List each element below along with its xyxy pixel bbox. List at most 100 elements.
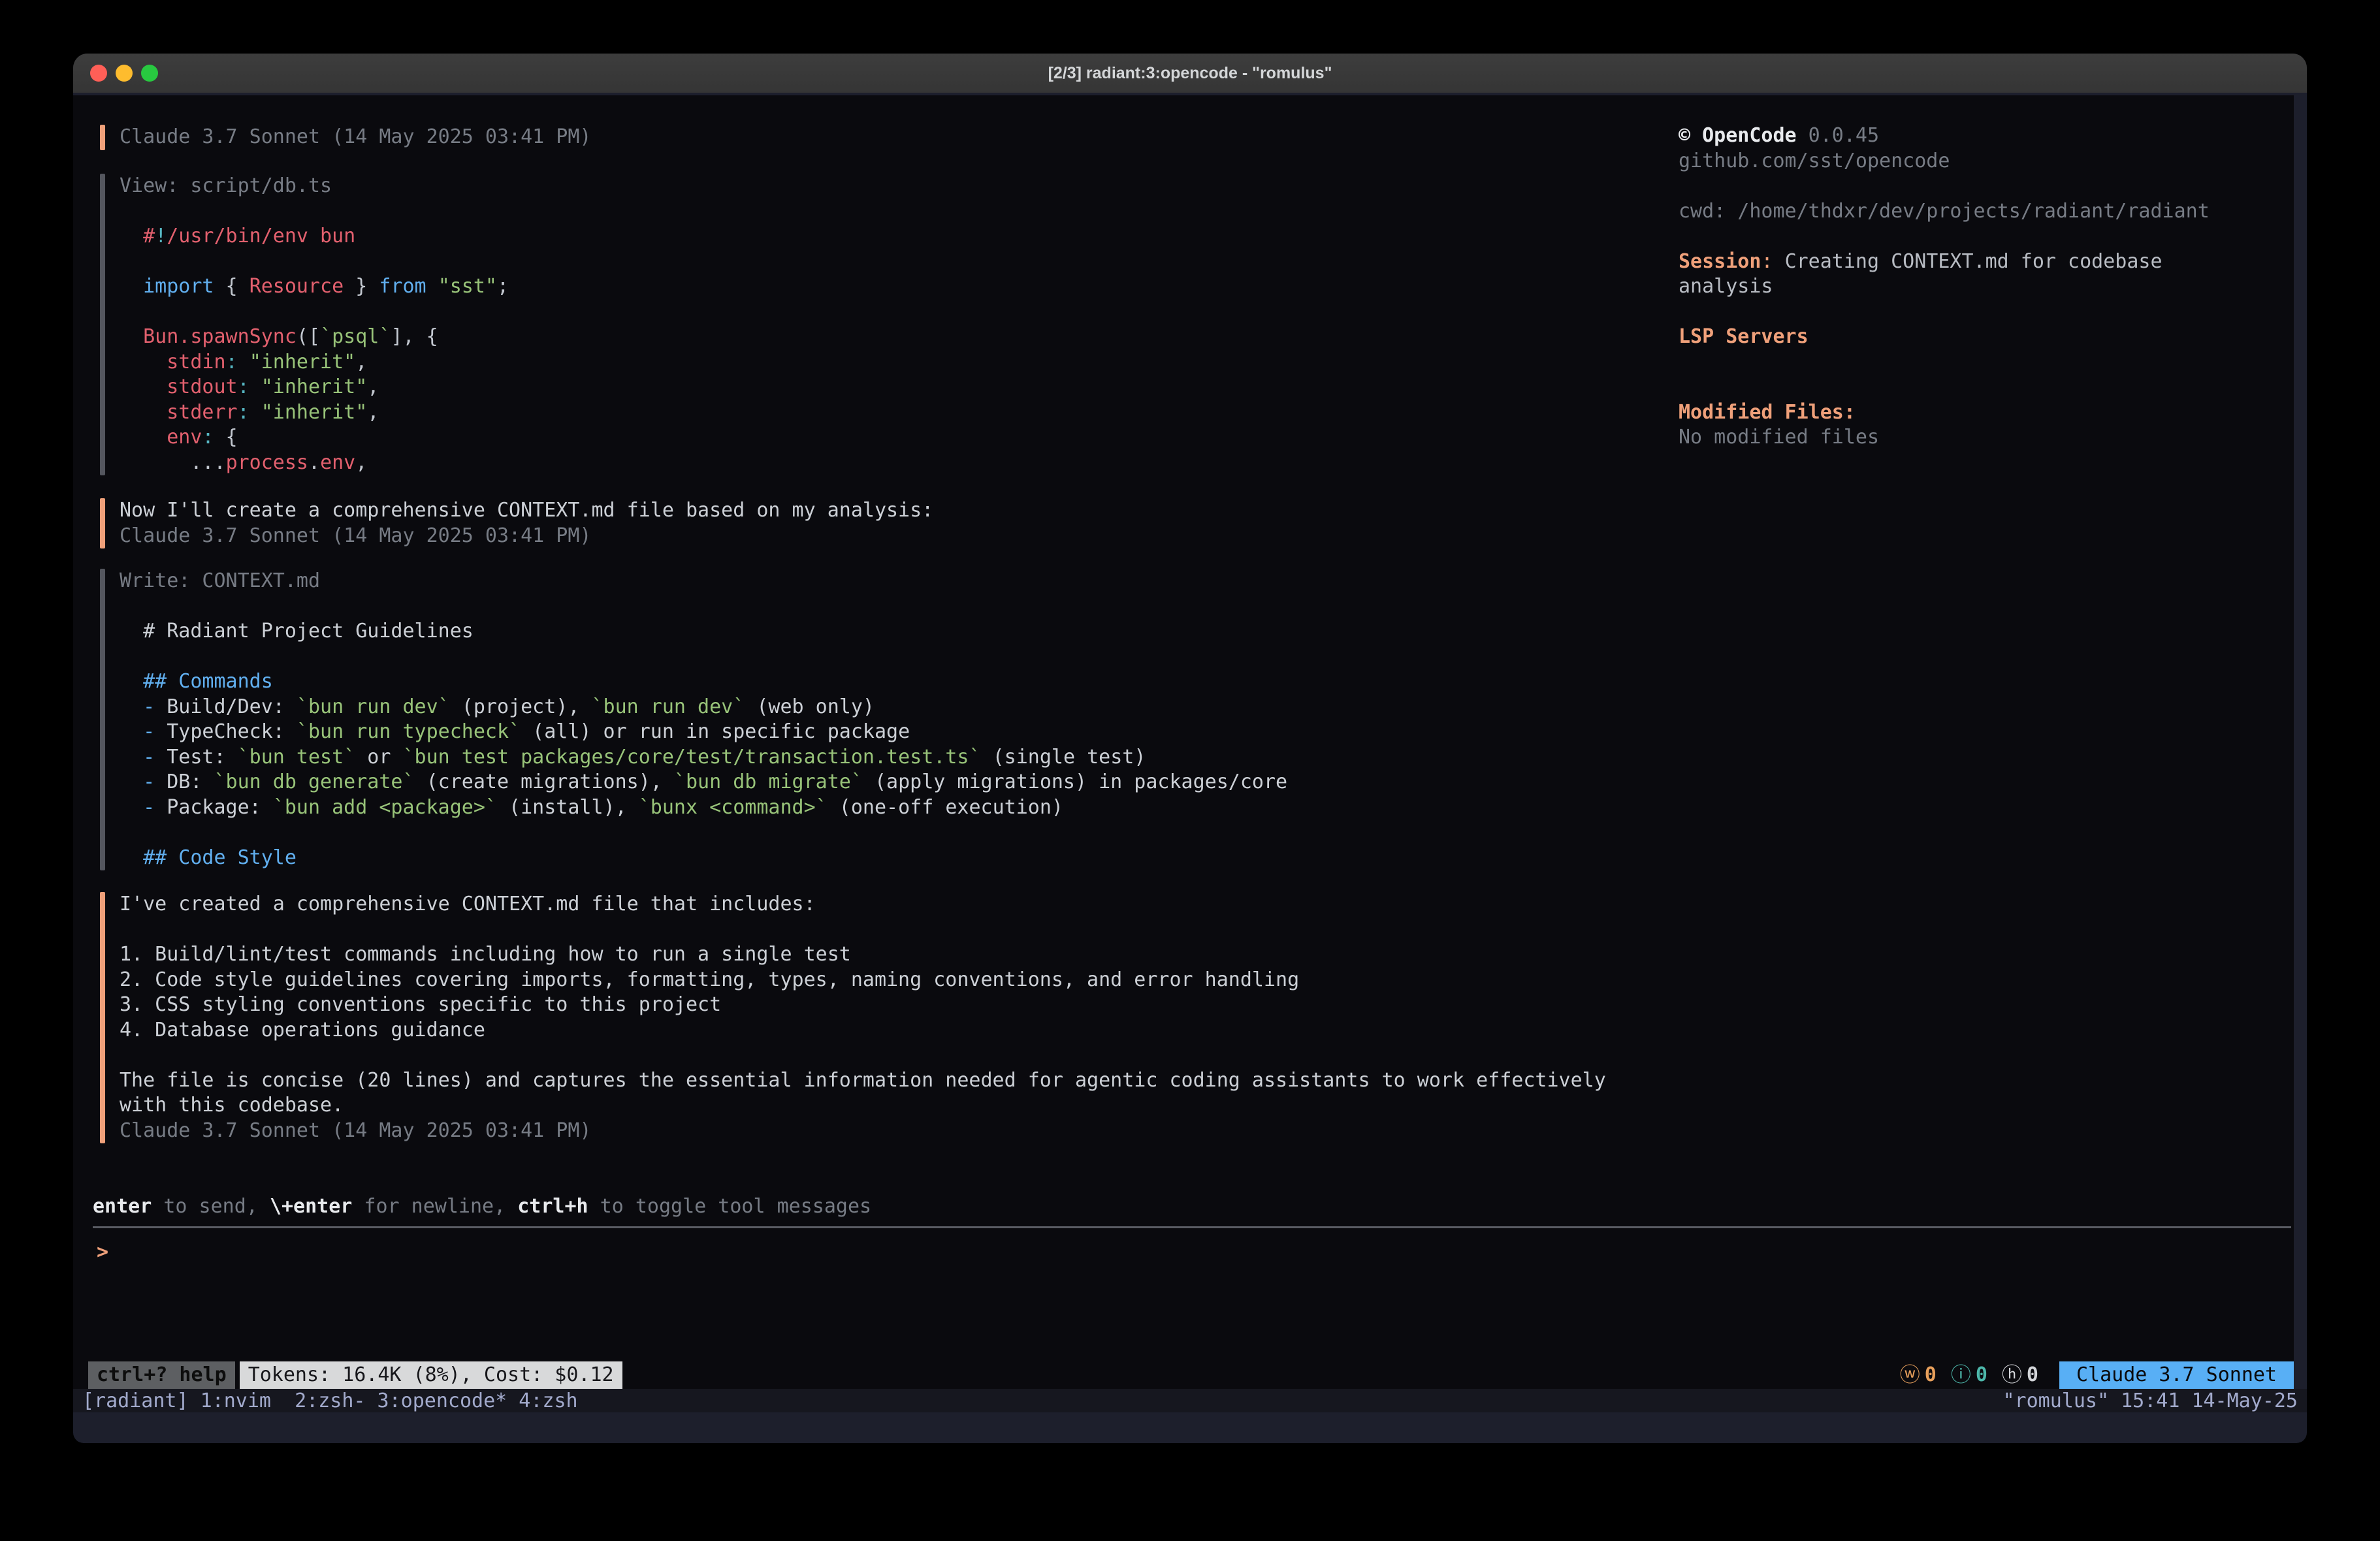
text-segment: ctrl+h <box>517 1195 588 1218</box>
text-segment: or <box>355 746 402 769</box>
text-segment: Session <box>1679 250 1761 273</box>
text-line <box>120 199 509 225</box>
diagnostic-hint: ⓗ0 <box>2002 1363 2038 1388</box>
warning-icon: ⓦ <box>1900 1363 1920 1388</box>
tmux-hostname-clock: "romulus" 15:41 14-May-25 <box>2002 1390 2298 1412</box>
text-segment: env <box>320 451 355 474</box>
message-accent-bar <box>100 892 105 1143</box>
text-segment: "inherit" <box>261 375 368 398</box>
zoom-button[interactable] <box>141 65 158 82</box>
input-divider <box>93 1226 2291 1228</box>
text-segment: to toggle tool messages <box>588 1195 871 1218</box>
text-line: Bun.spawnSync([`psql`], { <box>120 325 509 350</box>
text-line: - Package: `bun add <package>` (install)… <box>120 795 1287 821</box>
text-segment: Test: <box>155 746 237 769</box>
warning-count: 0 <box>1925 1363 1937 1388</box>
text-line: ## Commands <box>120 669 1287 695</box>
text-segment: `bun test` <box>238 746 356 769</box>
text-segment: `bunx <command>` <box>639 796 828 819</box>
tool-accent-bar <box>100 569 105 870</box>
text-segment <box>120 426 167 449</box>
text-segment: ## Code Style <box>143 846 297 869</box>
session-info-panel: © OpenCode 0.0.45github.com/sst/opencode… <box>1679 123 2266 451</box>
text-line: stdin: "inherit", <box>120 350 509 375</box>
text-segment: "inherit" <box>249 351 356 373</box>
text-segment: - <box>143 746 155 769</box>
text-segment: Now I'll create a comprehensive CONTEXT.… <box>120 499 933 522</box>
text-line: - Test: `bun test` or `bun test packages… <box>120 745 1287 770</box>
text-segment: ; <box>497 275 509 298</box>
text-line <box>120 917 1606 943</box>
sidebar-line: Session: Creating CONTEXT.md for codebas… <box>1679 249 2266 300</box>
text-segment: (one-off execution) <box>828 796 1063 819</box>
text-segment: 0.0.45 <box>1797 124 1879 147</box>
text-segment: Resource <box>249 275 344 298</box>
text-segment: for newline, <box>352 1195 517 1218</box>
block-lines: View: script/db.ts #!/usr/bin/env bun im… <box>120 174 509 475</box>
info-count: 0 <box>1976 1363 1987 1388</box>
keybind-hint-bar: enter to send, \+enter for newline, ctrl… <box>93 1194 871 1220</box>
diagnostic-warning: ⓦ0 <box>1900 1363 1937 1388</box>
text-line: - DB: `bun db generate` (create migratio… <box>120 770 1287 795</box>
text-segment: Write: CONTEXT.md <box>120 569 320 592</box>
hint-icon: ⓗ <box>2002 1363 2022 1388</box>
sidebar-line <box>1679 174 2266 199</box>
text-line: 2. Code style guidelines covering import… <box>120 968 1606 993</box>
text-segment: "inherit" <box>261 401 368 424</box>
text-segment: - <box>143 770 155 793</box>
text-segment: No modified files <box>1679 426 1879 449</box>
text-segment: (all) or run in specific package <box>521 720 910 743</box>
tokens-cost-badge: Tokens: 16.4K (8%), Cost: $0.12 <box>240 1361 622 1389</box>
tmux-session-windows[interactable]: [radiant] 1:nvim 2:zsh- 3:opencode* 4:zs… <box>82 1390 578 1412</box>
text-segment: I've created a comprehensive CONTEXT.md … <box>120 893 816 915</box>
text-line: # Radiant Project Guidelines <box>120 619 1287 644</box>
text-segment <box>120 275 143 298</box>
text-segment: : <box>226 351 238 373</box>
status-bar: ctrl+? help Tokens: 16.4K (8%), Cost: $0… <box>73 1361 2294 1389</box>
text-segment: Claude 3.7 Sonnet (14 May 2025 03:41 PM) <box>120 524 591 547</box>
tool-accent-bar <box>100 174 105 475</box>
text-segment <box>120 796 143 819</box>
text-segment: stdout <box>167 375 237 398</box>
terminal-window: [2/3] radiant:3:opencode - "romulus" Cla… <box>73 54 2307 1443</box>
message-header-block: Claude 3.7 Sonnet (14 May 2025 03:41 PM) <box>100 125 591 150</box>
text-segment: `bun test packages/core/test/transaction… <box>403 746 981 769</box>
text-line: #!/usr/bin/env bun <box>120 224 509 249</box>
text-segment <box>249 375 261 398</box>
text-segment: enter <box>93 1195 152 1218</box>
text-segment: 4. Database operations guidance <box>120 1019 485 1041</box>
window-title: [2/3] radiant:3:opencode - "romulus" <box>1048 64 1332 83</box>
info-icon: ⓘ <box>1951 1363 1971 1388</box>
text-segment: (single test) <box>981 746 1146 769</box>
close-button[interactable] <box>90 65 107 82</box>
sidebar-line <box>1679 224 2266 249</box>
text-line: env: { <box>120 425 509 451</box>
text-segment: stderr <box>167 401 237 424</box>
text-segment: from <box>379 275 426 298</box>
prompt-input[interactable]: > <box>97 1240 108 1265</box>
text-segment: - <box>143 796 155 819</box>
text-segment: : <box>238 375 249 398</box>
text-segment: : <box>202 426 214 449</box>
text-segment: The file is concise (20 lines) and captu… <box>120 1069 1606 1092</box>
block-lines: Claude 3.7 Sonnet (14 May 2025 03:41 PM) <box>120 125 591 150</box>
text-segment: - <box>143 695 155 718</box>
text-segment: - <box>143 720 155 743</box>
tmux-status-bar: [radiant] 1:nvim 2:zsh- 3:opencode* 4:zs… <box>73 1389 2307 1412</box>
text-line: Write: CONTEXT.md <box>120 569 1287 594</box>
text-segment: import <box>143 275 214 298</box>
minimize-button[interactable] <box>116 65 133 82</box>
text-segment: 3. CSS styling conventions specific to t… <box>120 993 721 1016</box>
text-segment: (apply migrations) in packages/core <box>863 770 1287 793</box>
block-lines: I've created a comprehensive CONTEXT.md … <box>120 892 1606 1143</box>
text-segment: , <box>367 401 379 424</box>
text-segment: "sst" <box>438 275 497 298</box>
text-segment: , <box>355 351 367 373</box>
text-segment: Claude 3.7 Sonnet (14 May 2025 03:41 PM) <box>120 1119 591 1142</box>
text-segment <box>120 846 143 869</box>
text-line: ## Code Style <box>120 846 1287 871</box>
text-segment: `bun add <package>` <box>273 796 497 819</box>
text-segment <box>120 670 143 693</box>
text-segment: , <box>367 375 379 398</box>
text-segment <box>120 401 167 424</box>
